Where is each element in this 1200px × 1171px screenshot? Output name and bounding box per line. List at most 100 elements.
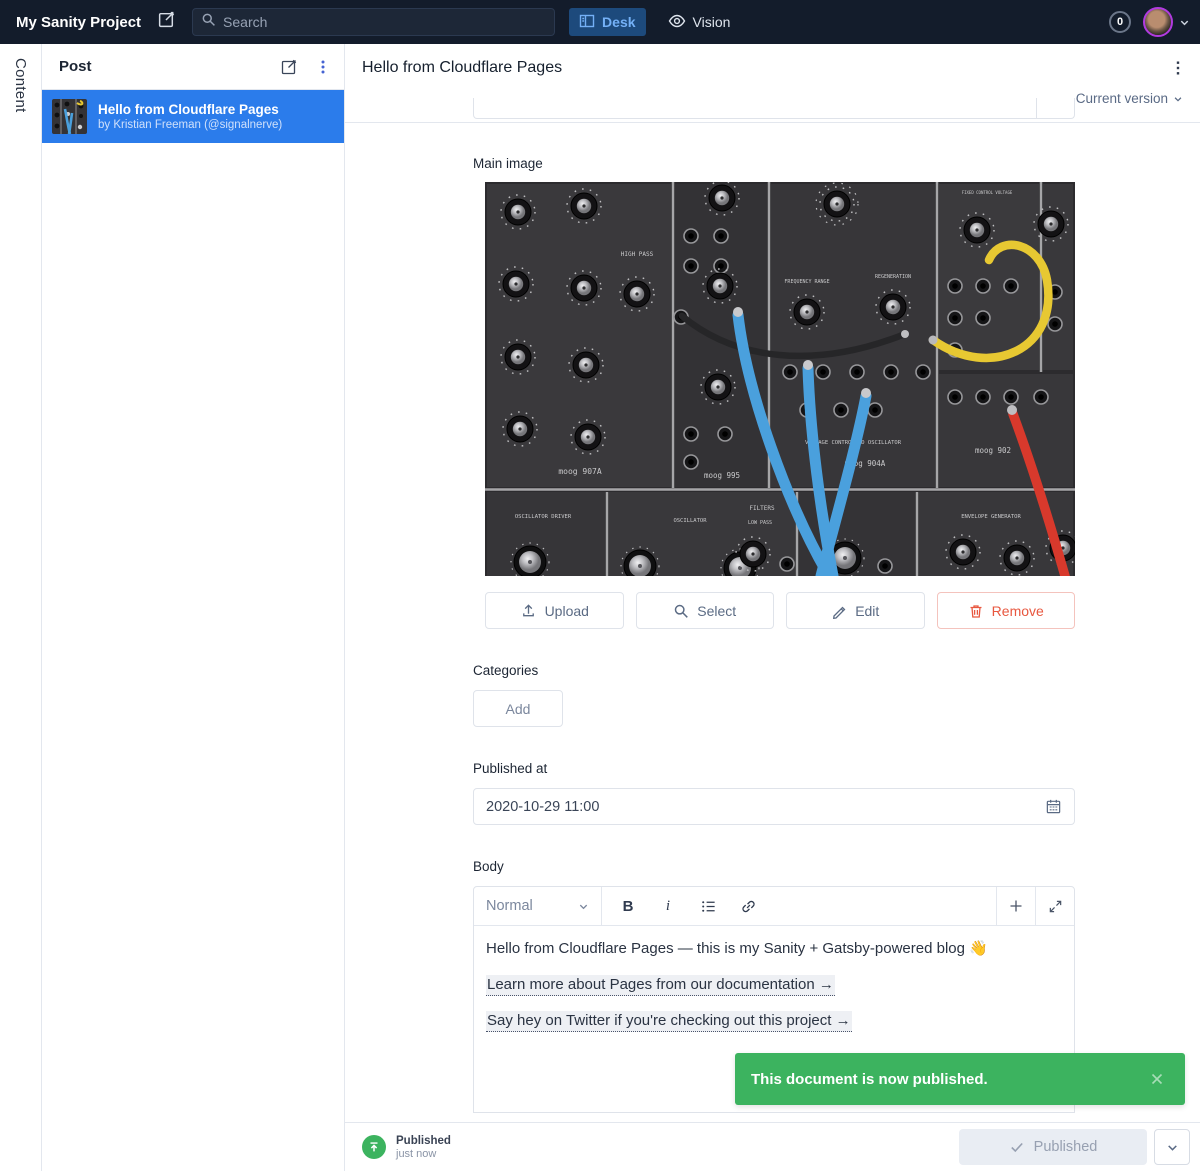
published-at-value: 2020-10-29 11:00 [486, 799, 599, 815]
photo-label-filters: FILTERS [749, 505, 775, 512]
top-navbar: My Sanity Project Desk [0, 0, 1200, 44]
document-title: Hello from Cloudflare Pages [362, 59, 562, 77]
toast-message: This document is now published. [751, 1071, 988, 1088]
upload-button[interactable]: Upload [485, 592, 624, 629]
expand-icon [1048, 899, 1063, 914]
link-icon [740, 898, 757, 915]
list-header: Post [42, 44, 344, 90]
desk-label: Desk [602, 14, 635, 30]
body-link-documentation[interactable]: Learn more about Pages from our document… [486, 975, 835, 996]
version-label: Current version [1076, 91, 1168, 106]
pencil-icon [831, 603, 847, 619]
list-menu-kebab-icon[interactable] [316, 59, 330, 75]
photo-label-fixed-control-voltage: FIXED CONTROL VOLTAGE [962, 190, 1013, 195]
search-icon [673, 603, 689, 619]
photo-label-moog-902: moog 902 [975, 446, 1011, 455]
photo-label-low-pass: LOW PASS [748, 520, 772, 526]
editor-content[interactable]: Hello from Cloudflare Pages — this is my… [474, 926, 1074, 1031]
body-label: Body [473, 859, 504, 874]
eye-icon [668, 12, 686, 33]
add-category-button[interactable]: Add [473, 690, 563, 727]
list-item-title: Hello from Cloudflare Pages [98, 102, 282, 117]
remove-button[interactable]: Remove [937, 592, 1076, 629]
publish-status-title: Published [396, 1135, 451, 1147]
sanity-studio: My Sanity Project Desk [0, 0, 1200, 1171]
document-menu-kebab-icon[interactable] [1168, 56, 1188, 85]
main-image-preview[interactable]: HIGH PASS moog 907A moog 995 FREQUEN [485, 182, 1075, 576]
compose-icon [157, 10, 176, 34]
toast-close-icon[interactable] [1145, 1067, 1169, 1091]
search-input[interactable] [223, 14, 546, 30]
version-selector[interactable]: Current version [1076, 91, 1183, 106]
photo-label-high-pass: HIGH PASS [621, 251, 654, 258]
style-select[interactable]: Normal [474, 887, 602, 925]
insert-block-button[interactable] [996, 887, 1035, 925]
italic-button[interactable]: i [648, 887, 688, 925]
content-strip-label[interactable]: Content [12, 58, 29, 113]
add-label: Add [506, 701, 531, 717]
select-button[interactable]: Select [636, 592, 775, 629]
publish-button[interactable]: Published [959, 1129, 1147, 1165]
publish-toast: This document is now published. [735, 1053, 1185, 1105]
tab-desk[interactable]: Desk [569, 8, 645, 36]
tab-vision[interactable]: Vision [658, 8, 741, 36]
trash-icon [968, 603, 984, 619]
list-item-post[interactable]: Hello from Cloudflare Pages by Kristian … [42, 90, 344, 143]
calendar-icon[interactable] [1045, 798, 1062, 815]
main-image-label: Main image [473, 156, 543, 171]
photo-label-oscillator: OSCILLATOR [673, 518, 707, 524]
categories-label: Categories [473, 663, 538, 678]
editor-toolbar: Normal B i [474, 887, 1074, 926]
notifications-badge[interactable]: 0 [1109, 11, 1131, 33]
link-button[interactable] [728, 887, 768, 925]
publish-menu-button[interactable] [1154, 1129, 1190, 1165]
expand-editor-button[interactable] [1035, 887, 1074, 925]
published-at-field[interactable]: 2020-10-29 11:00 [473, 788, 1075, 825]
publish-status-icon [362, 1135, 386, 1159]
published-at-label: Published at [473, 761, 547, 776]
slug-field-partial[interactable] [473, 98, 1075, 119]
document-header: Hello from Cloudflare Pages Current vers… [345, 44, 1200, 123]
create-post-button[interactable] [280, 58, 298, 76]
desk-panels-icon [579, 13, 595, 32]
navbar-right: 0 [1109, 7, 1190, 37]
list-item-subtitle: by Kristian Freeman (@signalnerve) [98, 119, 282, 131]
content-strip: Content [0, 44, 42, 1171]
search-bar[interactable] [192, 8, 555, 36]
search-icon [201, 12, 216, 32]
image-actions: Upload Select Edit [485, 592, 1075, 629]
plus-icon [1008, 898, 1024, 914]
chevron-down-icon [578, 901, 589, 912]
chevron-down-icon [1173, 94, 1183, 104]
select-label: Select [697, 603, 736, 619]
photo-label-envelope-generator: ENVELOPE GENERATOR [961, 514, 1021, 520]
remove-label: Remove [992, 603, 1044, 619]
photo-label-frequency-range: FREQUENCY RANGE [784, 279, 829, 285]
user-avatar[interactable] [1143, 7, 1173, 37]
bullet-list-button[interactable] [688, 887, 728, 925]
photo-label-oscillator-driver: OSCILLATOR DRIVER [515, 514, 572, 520]
publish-status-time: just now [396, 1148, 451, 1160]
document-footer: Published just now Published [345, 1122, 1200, 1171]
list-pane-title: Post [59, 58, 92, 75]
bold-button[interactable]: B [608, 887, 648, 925]
body-paragraph: Say hey on Twitter if you're checking ou… [486, 1010, 1062, 1031]
publish-button-label: Published [1034, 1139, 1098, 1155]
body-paragraph: Hello from Cloudflare Pages — this is my… [486, 938, 1062, 959]
document-form: Main image [345, 123, 1200, 1122]
body-paragraph: Learn more about Pages from our document… [486, 974, 1062, 995]
bullet-list-icon [700, 898, 717, 915]
edit-button[interactable]: Edit [786, 592, 925, 629]
body-text: Hello from Cloudflare Pages — this is my… [486, 940, 988, 957]
upload-icon [520, 602, 537, 619]
body-link-twitter[interactable]: Say hey on Twitter if you're checking ou… [486, 1011, 852, 1032]
vision-label: Vision [693, 14, 731, 30]
photo-label-moog-907a: moog 907A [558, 467, 602, 476]
check-icon [1009, 1139, 1025, 1155]
chevron-down-icon [1166, 1141, 1179, 1154]
project-title: My Sanity Project [16, 14, 141, 31]
user-menu-chevron-icon[interactable] [1179, 17, 1190, 28]
document-pane: Hello from Cloudflare Pages Current vers… [345, 44, 1200, 1171]
new-document-button[interactable] [157, 10, 176, 34]
upload-label: Upload [545, 603, 589, 619]
